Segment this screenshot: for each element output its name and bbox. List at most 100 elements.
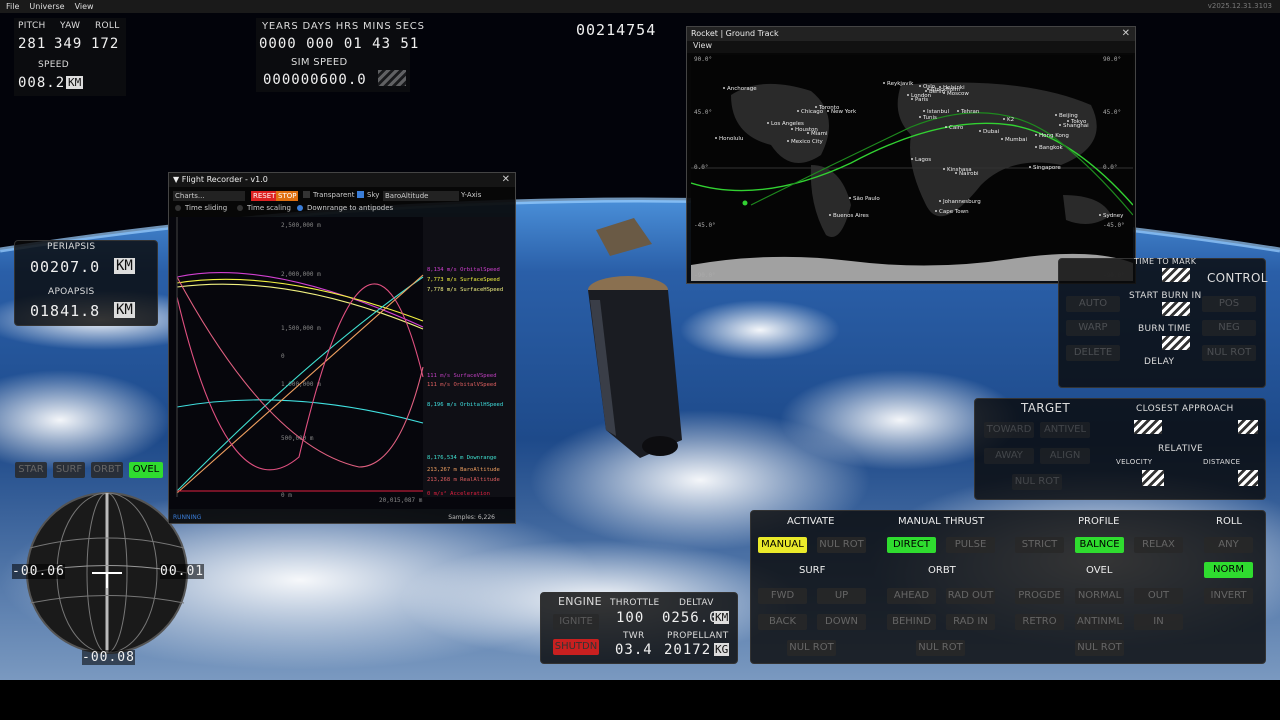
- city-dot: [791, 128, 793, 130]
- away-button[interactable]: AWAY: [984, 448, 1034, 464]
- ref-orbt-button[interactable]: ORBT: [91, 462, 123, 478]
- city-label: Mexico City: [791, 139, 823, 145]
- transparent-checkbox[interactable]: [303, 191, 310, 198]
- ignite-button[interactable]: IGNITE: [553, 614, 599, 630]
- pulse-button[interactable]: PULSE: [946, 537, 995, 553]
- ground-track-close-icon[interactable]: ✕: [1122, 27, 1130, 41]
- city-label: Moscow: [947, 91, 969, 97]
- time-to-mark-label: TIME TO MARK: [1134, 257, 1197, 266]
- neg-button[interactable]: NEG: [1202, 320, 1256, 336]
- toward-button[interactable]: TOWARD: [984, 422, 1034, 438]
- recorder-collapse-icon[interactable]: ▼: [173, 175, 179, 184]
- back-button[interactable]: BACK: [758, 614, 807, 630]
- sky-checkbox[interactable]: [357, 191, 364, 198]
- roll-norm-button[interactable]: NORM: [1204, 562, 1253, 578]
- city-dot: [939, 86, 941, 88]
- ground-track-menu[interactable]: View: [687, 41, 1135, 53]
- city-dot: [1029, 166, 1031, 168]
- throttle-label: THROTTLE: [610, 598, 660, 608]
- warp-button[interactable]: WARP: [1066, 320, 1120, 336]
- shutdn-button[interactable]: SHUTDN: [553, 639, 599, 655]
- align-button[interactable]: ALIGN: [1040, 448, 1090, 464]
- charts-dropdown[interactable]: Charts...: [173, 191, 245, 201]
- fwd-button[interactable]: FWD: [758, 588, 807, 604]
- downrange-radio[interactable]: [297, 205, 303, 211]
- recorder-legend-entry: 111 m/s OrbitalVSpeed: [427, 382, 497, 388]
- surf-nulrot-button[interactable]: NUL ROT: [787, 640, 836, 656]
- recorder-legend-entry: 111 m/s SurfaceVSpeed: [427, 373, 497, 379]
- lat-label-right: 0.0°: [1103, 164, 1117, 171]
- menu-file[interactable]: File: [6, 2, 19, 11]
- city-label: Singapore: [1033, 165, 1061, 171]
- relax-button[interactable]: RELAX: [1134, 537, 1183, 553]
- city-label: Berlin: [929, 89, 945, 95]
- yaw-label: YAW: [60, 21, 81, 31]
- city-dot: [827, 110, 829, 112]
- down-button[interactable]: DOWN: [817, 614, 866, 630]
- recorder-y-tick: 0: [281, 353, 285, 360]
- recorder-chart: 2,500,000 m 2,000,000 m 1,500,000 m 0 1,000,…: [169, 217, 515, 509]
- antinml-button[interactable]: ANTINML: [1075, 614, 1124, 630]
- activate-nulrot-button[interactable]: NUL ROT: [817, 537, 866, 553]
- auto-button[interactable]: AUTO: [1066, 296, 1120, 312]
- progde-button[interactable]: PROGDE: [1015, 588, 1064, 604]
- apoapsis-label: APOAPSIS: [48, 287, 95, 297]
- radin-button[interactable]: RAD IN: [946, 614, 995, 630]
- behind-button[interactable]: BEHIND: [887, 614, 936, 630]
- city-label: Paris: [915, 97, 928, 103]
- orbt-nulrot-button[interactable]: NUL ROT: [916, 640, 965, 656]
- retro-button[interactable]: RETRO: [1015, 614, 1064, 630]
- balnce-button[interactable]: BALNCE: [1075, 537, 1124, 553]
- city-dot: [1059, 124, 1061, 126]
- stop-button[interactable]: STOP: [276, 191, 299, 201]
- baro-dropdown[interactable]: BaroAltitude: [383, 191, 459, 201]
- recorder-y-tick: 2,000,000 m: [281, 271, 321, 278]
- ahead-button[interactable]: AHEAD: [887, 588, 936, 604]
- ovel-nulrot-button[interactable]: NUL ROT: [1075, 640, 1124, 656]
- city-label: Anchorage: [727, 86, 757, 92]
- reset-button[interactable]: RESET: [251, 191, 278, 201]
- in-button[interactable]: IN: [1134, 614, 1183, 630]
- ref-ovel-button[interactable]: OVEL: [129, 462, 163, 478]
- control-nulrot-button[interactable]: NUL ROT: [1202, 345, 1256, 361]
- up-button[interactable]: UP: [817, 588, 866, 604]
- pos-button[interactable]: POS: [1202, 296, 1256, 312]
- periapsis-value: 00207.0: [30, 258, 101, 276]
- target-nulrot-button[interactable]: NUL ROT: [1012, 474, 1062, 490]
- ref-star-button[interactable]: STAR: [15, 462, 47, 478]
- periapsis-label: PERIAPSIS: [47, 242, 96, 252]
- recorder-legend-entry: 7,773 m/s SurfaceSpeed: [427, 277, 500, 283]
- recorder-close-icon[interactable]: ✕: [502, 173, 510, 187]
- navball-left-value: -00.06: [12, 564, 65, 579]
- twr-value: 03.4: [615, 642, 653, 658]
- strict-button[interactable]: STRICT: [1015, 537, 1064, 553]
- normal-button[interactable]: NORMAL: [1075, 588, 1124, 604]
- menu-view[interactable]: View: [75, 2, 94, 11]
- antivel-button[interactable]: ANTIVEL: [1040, 422, 1090, 438]
- lat-label-left: -45.0°: [694, 222, 716, 229]
- menu-universe[interactable]: Universe: [29, 2, 64, 11]
- ref-surf-button[interactable]: SURF: [53, 462, 85, 478]
- recorder-title: Flight Recorder - v1.0: [181, 175, 268, 184]
- time-sliding-radio[interactable]: [175, 205, 181, 211]
- city-dot: [849, 197, 851, 199]
- city-label: Hong Kong: [1039, 133, 1069, 139]
- roll-value: 172: [91, 36, 120, 52]
- recorder-titlebar: ▼ Flight Recorder - v1.0 ✕: [169, 173, 515, 187]
- radout-button[interactable]: RAD OUT: [946, 588, 995, 604]
- manual-button[interactable]: MANUAL: [758, 537, 807, 553]
- closest-stripe-2: [1238, 420, 1258, 434]
- roll-invert-button[interactable]: INVERT: [1204, 588, 1253, 604]
- time-scaling-radio[interactable]: [237, 205, 243, 211]
- lat-label-right: 90.0°: [1103, 56, 1121, 63]
- time-to-mark-stripe: [1162, 268, 1190, 282]
- lat-label-left: 45.0°: [694, 109, 712, 116]
- city-dot: [1055, 114, 1057, 116]
- city-label: São Paulo: [853, 196, 880, 202]
- delete-button[interactable]: DELETE: [1066, 345, 1120, 361]
- recorder-status: RUNNING: [173, 514, 202, 521]
- roll-any-button[interactable]: ANY: [1204, 537, 1253, 553]
- downrange-label: Downrange to antipodes: [307, 204, 394, 212]
- direct-button[interactable]: DIRECT: [887, 537, 936, 553]
- out-button[interactable]: OUT: [1134, 588, 1183, 604]
